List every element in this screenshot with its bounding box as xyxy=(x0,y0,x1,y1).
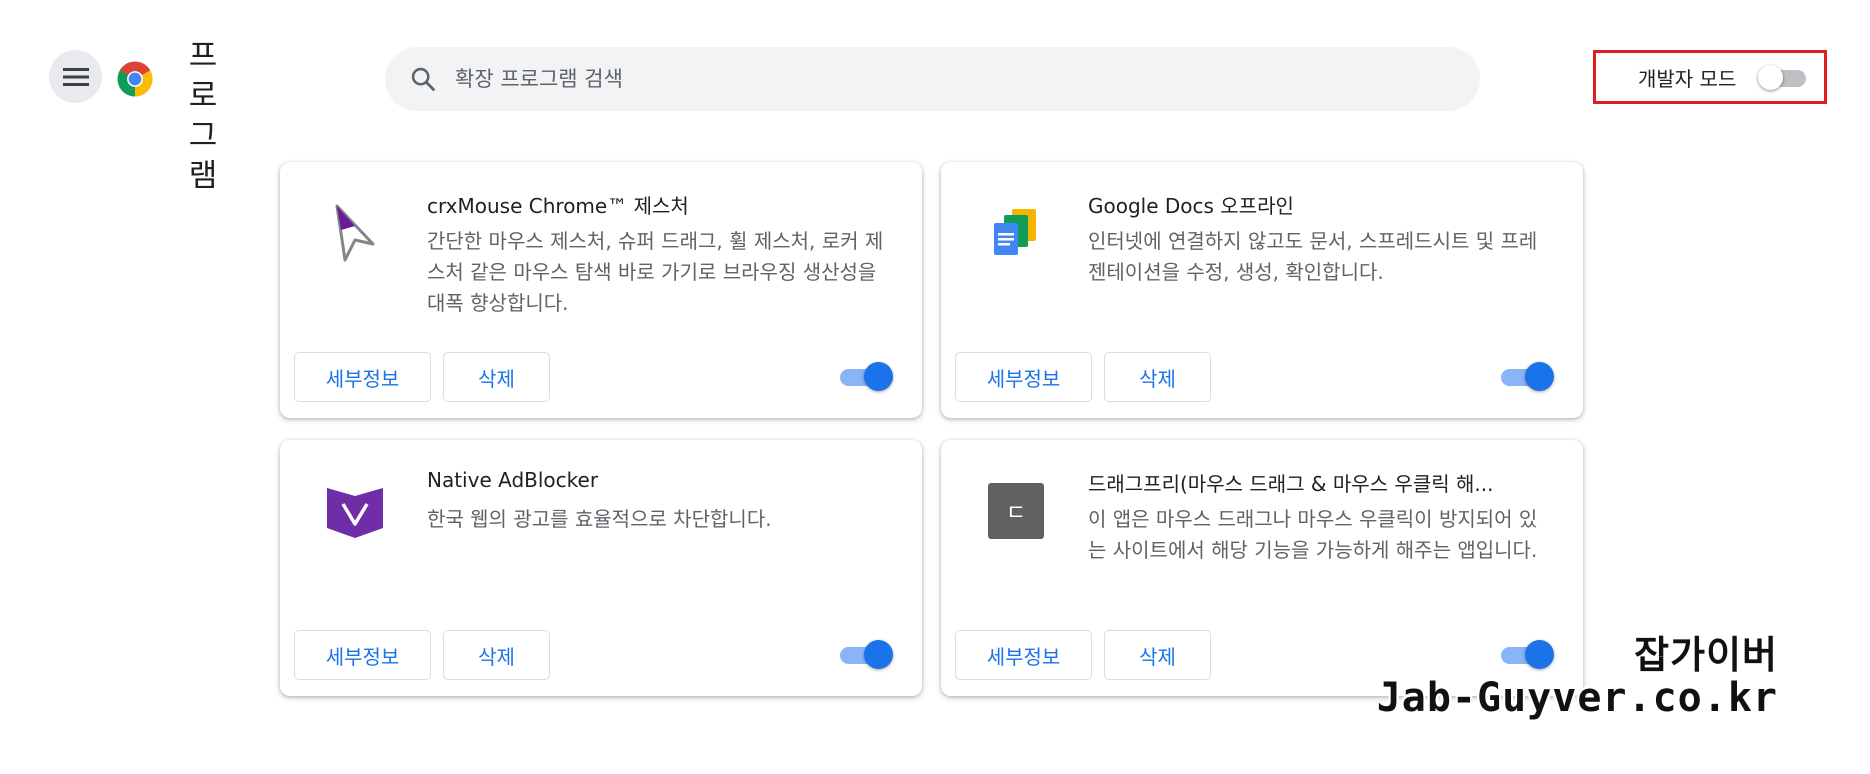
extension-card-google-docs: Google Docs 오프라인 인터넷에 연결하지 않고도 문서, 스프레드시… xyxy=(941,162,1583,418)
remove-button[interactable]: 삭제 xyxy=(1104,630,1211,680)
watermark: 잡가이버 Jab-Guyver.co.kr xyxy=(1377,636,1778,718)
extension-description: 이 앱은 마우스 드래그나 마우스 우클릭이 방지되어 있는 사이트에서 해당 … xyxy=(1088,507,1538,562)
page-title: 프로그램 xyxy=(188,38,218,194)
extension-enable-toggle[interactable] xyxy=(1501,362,1555,392)
main-menu-button[interactable] xyxy=(49,50,102,103)
extension-enable-toggle[interactable] xyxy=(840,362,894,392)
cursor-arrow-icon xyxy=(335,204,375,262)
remove-button[interactable]: 삭제 xyxy=(443,352,550,402)
search-bar[interactable] xyxy=(385,47,1480,111)
extension-name: crxMouse Chrome™ 제스처 xyxy=(427,194,689,218)
hamburger-icon xyxy=(62,67,89,86)
details-button[interactable]: 세부정보 xyxy=(294,352,431,402)
dragfree-icon: ㄷ xyxy=(988,483,1044,539)
extension-card-crxmouse: crxMouse Chrome™ 제스처 간단한 마우스 제스처, 슈퍼 드래그… xyxy=(280,162,922,418)
details-button[interactable]: 세부정보 xyxy=(294,630,431,680)
chrome-logo-icon xyxy=(117,61,153,97)
extension-description: 인터넷에 연결하지 않고도 문서, 스프레드시트 및 프레젠테이션을 수정, 생… xyxy=(1088,229,1538,284)
extension-name: 드래그프리(마우스 드래그 & 마우스 우클릭 해... xyxy=(1088,472,1494,496)
remove-button[interactable]: 삭제 xyxy=(1104,352,1211,402)
watermark-line1: 잡가이버 xyxy=(1634,633,1778,677)
extension-icon: ㄷ xyxy=(981,476,1051,546)
extension-icon xyxy=(320,198,390,268)
extension-name: Native AdBlocker xyxy=(427,468,599,492)
extension-name: Google Docs 오프라인 xyxy=(1088,194,1294,218)
extension-enable-toggle[interactable] xyxy=(840,640,894,670)
extension-icon xyxy=(320,476,390,546)
watermark-line2: Jab-Guyver.co.kr xyxy=(1376,675,1778,721)
remove-button[interactable]: 삭제 xyxy=(443,630,550,680)
adblocker-shield-icon xyxy=(327,488,383,538)
dragfree-icon-glyph: ㄷ xyxy=(1005,501,1027,526)
details-button[interactable]: 세부정보 xyxy=(955,352,1092,402)
developer-mode-toggle[interactable] xyxy=(1758,65,1808,90)
search-icon xyxy=(411,67,435,91)
developer-mode-section: 개발자 모드 xyxy=(1593,50,1827,104)
extension-description: 간단한 마우스 제스처, 슈퍼 드래그, 휠 제스처, 로커 제스처 같은 마우… xyxy=(427,229,884,315)
extension-card-native-adblocker: Native AdBlocker 한국 웹의 광고를 효율적으로 차단합니다. … xyxy=(280,440,922,696)
extension-description: 한국 웹의 광고를 효율적으로 차단합니다. xyxy=(427,507,772,531)
search-input[interactable] xyxy=(453,66,1357,92)
google-docs-icon xyxy=(994,209,1036,255)
details-button[interactable]: 세부정보 xyxy=(955,630,1092,680)
developer-mode-label: 개발자 모드 xyxy=(1638,66,1737,91)
extension-icon xyxy=(981,198,1051,268)
